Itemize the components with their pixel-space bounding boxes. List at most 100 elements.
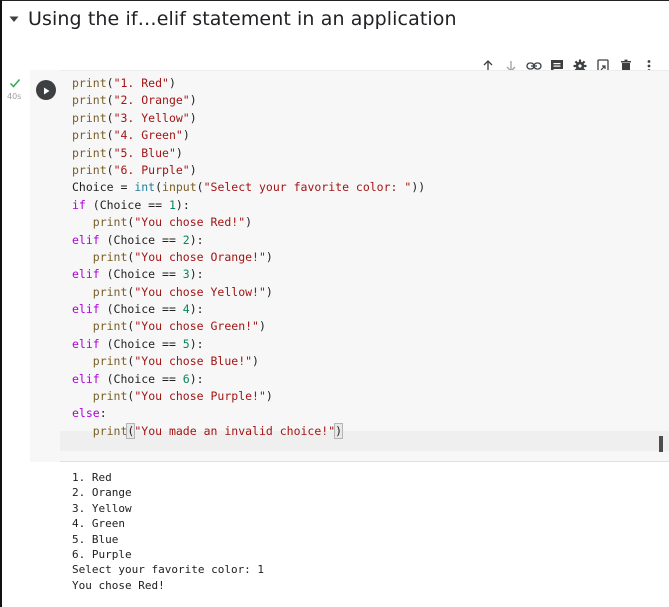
code-token: ): [175, 197, 190, 212]
code-token: elif [72, 336, 100, 351]
code-token: ): [189, 302, 204, 317]
code-token: "You chose Green!" [134, 319, 259, 334]
code-line: print("2. Orange") [72, 92, 425, 109]
code-token: ) [168, 76, 176, 90]
code-token: "5. Blue" [113, 145, 176, 160]
code-token: ( [106, 110, 114, 125]
code-line: print("You chose Red!") [72, 214, 425, 231]
code-token: ( [155, 180, 163, 195]
code-token: "You chose Blue!" [134, 354, 253, 369]
code-token: 5 [182, 336, 190, 351]
code-token: "4. Green" [113, 128, 183, 143]
code-token: print [92, 319, 128, 334]
code-token: : [99, 406, 107, 421]
code-token: print [72, 162, 107, 177]
code-line: print("You chose Purple!") [72, 388, 425, 405]
code-token: (Choice == [99, 232, 183, 247]
cell-status: 40s [7, 74, 33, 104]
output-line: You chose Red! [72, 578, 165, 592]
output-line: 6. Purple [72, 547, 132, 561]
code-line: print("6. Purple") [72, 162, 425, 179]
code-token: ) [265, 389, 273, 404]
code-token: print [72, 93, 107, 108]
output-line: 1. Red [72, 471, 112, 484]
code-line: print("You chose Green!") [72, 318, 425, 335]
code-token: print [72, 110, 107, 125]
code-token: else [72, 406, 100, 421]
code-line: print("You chose Yellow!") [72, 284, 425, 301]
code-token: print [92, 215, 128, 230]
code-token: print [72, 145, 107, 160]
code-token: "6. Purple" [113, 162, 190, 177]
code-token: "3. Yellow" [113, 110, 190, 125]
code-token: 1 [168, 197, 176, 212]
code-token: 2 [182, 232, 190, 247]
code-token: print [92, 249, 128, 264]
output-line: 4. Green [72, 517, 125, 531]
check-icon [9, 74, 21, 93]
code-line: elif (Choice == 3): [72, 266, 425, 283]
code-token: ( [106, 162, 114, 177]
code-token: ) [252, 354, 259, 369]
output-line: Select your favorite color: 1 [72, 563, 265, 577]
code-token: print [92, 284, 128, 299]
execution-time: 40s [7, 92, 22, 101]
code-line: elif (Choice == 2): [72, 232, 425, 249]
code-line: elif (Choice == 4): [72, 301, 425, 318]
code-token: Choice = [72, 180, 135, 195]
code-line: print("4. Green") [72, 127, 425, 144]
code-token: (Choice == [99, 336, 183, 351]
code-token: print [92, 389, 128, 404]
code-token: elif [72, 371, 100, 386]
code-token: ) [265, 249, 273, 264]
code-token: (Choice == [99, 371, 183, 386]
code-token: print [72, 128, 107, 143]
code-token: ) [189, 110, 197, 125]
code-token: elif [72, 302, 100, 317]
code-token: "You chose Purple!" [134, 389, 266, 404]
code-token: elif [72, 267, 100, 282]
cell-gutter [30, 70, 60, 462]
code-token: (Choice == [85, 197, 169, 212]
code-line: print("You chose Orange!") [72, 249, 425, 266]
code-content[interactable]: print("1. Red") print("2. Orange") print("… [72, 75, 425, 440]
code-token: ) [189, 93, 197, 108]
code-token: ) [189, 162, 197, 177]
code-token: (Choice == [99, 267, 183, 282]
code-token: print [72, 76, 107, 90]
code-token: input [162, 180, 197, 195]
code-token: ( [106, 128, 114, 143]
code-token: if [72, 197, 86, 212]
output-line: 5. Blue [72, 532, 119, 546]
code-token: print [92, 354, 128, 369]
collapse-caret-icon[interactable] [8, 13, 20, 25]
code-token: ): [189, 267, 204, 282]
cell-output: 1. Red 2. Orange 3. Yellow 4. Green 5. Blue 6… [72, 470, 264, 593]
code-line: Choice = int(input("Select your favorite… [72, 179, 425, 196]
code-token: elif [72, 232, 100, 247]
code-token: (Choice == [99, 302, 183, 317]
code-token: "You chose Orange!" [134, 249, 266, 264]
code-token: print [92, 423, 128, 438]
text-cursor [659, 436, 663, 452]
code-token: "2. Orange" [113, 93, 190, 108]
section-header[interactable]: Using the if…elif statement in an applic… [8, 4, 457, 34]
play-icon [41, 81, 51, 100]
code-token: ( [106, 93, 114, 108]
code-token: ( [106, 76, 114, 90]
code-line: if (Choice == 1): [72, 197, 425, 214]
code-token: "1. Red" [113, 76, 169, 90]
code-line: print("You made an invalid choice!") [72, 422, 425, 440]
code-token: ) [258, 319, 266, 334]
code-line: print("You chose Blue!") [72, 353, 425, 370]
output-line: 3. Yellow [72, 501, 132, 515]
code-token: 4 [182, 302, 190, 317]
code-token: ) [265, 284, 273, 299]
code-line: print("3. Yellow") [72, 110, 425, 127]
run-cell-button[interactable] [36, 80, 56, 100]
code-token: ) [175, 145, 183, 160]
